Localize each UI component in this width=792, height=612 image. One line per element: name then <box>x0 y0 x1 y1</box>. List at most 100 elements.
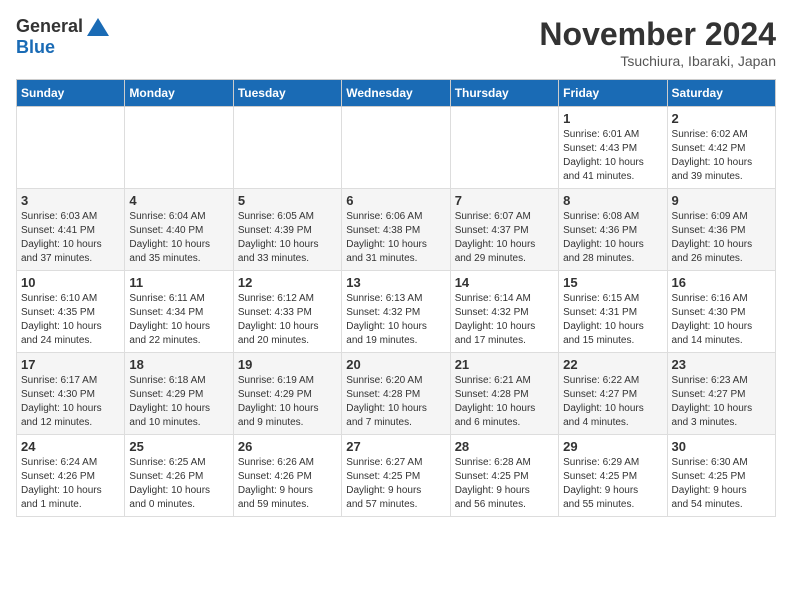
day-number: 23 <box>672 357 771 372</box>
weekday-header-wednesday: Wednesday <box>342 80 450 107</box>
calendar-cell: 2Sunrise: 6:02 AM Sunset: 4:42 PM Daylig… <box>667 107 775 189</box>
calendar-cell <box>233 107 341 189</box>
day-number: 25 <box>129 439 228 454</box>
calendar-cell: 27 Sunrise: 6:27 AM Sunset: 4:25 PM Dayli… <box>342 435 450 517</box>
calendar-cell: 10 Sunrise: 6:10 AM Sunset: 4:35 PM Dayli… <box>17 271 125 353</box>
calendar-cell <box>342 107 450 189</box>
calendar-week-4: 17Sunrise: 6:17 AM Sunset: 4:30 PM Dayli… <box>17 353 776 435</box>
calendar-cell: 4 Sunrise: 6:04 AM Sunset: 4:40 PM Daylig… <box>125 189 233 271</box>
header: General Blue November 2024 Tsuchiura, Ib… <box>16 16 776 69</box>
day-info: Sunrise: 6:05 AM Sunset: 4:39 PM Dayligh… <box>238 210 337 266</box>
day-number: 7 <box>455 193 554 208</box>
day-info: Sunrise: 6:19 AM Sunset: 4:29 PM Dayligh… <box>238 374 337 430</box>
day-number: 26 <box>238 439 337 454</box>
day-info: Sunrise: 6:29 AM Sunset: 4:25 PM Dayligh… <box>563 456 662 512</box>
calendar-cell: 28 Sunrise: 6:28 AM Sunset: 4:25 PM Dayli… <box>450 435 558 517</box>
day-info: Sunrise: 6:26 AM Sunset: 4:26 PM Dayligh… <box>238 456 337 512</box>
day-number: 13 <box>346 275 445 290</box>
weekday-header-monday: Monday <box>125 80 233 107</box>
calendar-cell: 6Sunrise: 6:06 AM Sunset: 4:38 PM Daylig… <box>342 189 450 271</box>
day-info: Sunrise: 6:12 AM Sunset: 4:33 PM Dayligh… <box>238 292 337 348</box>
calendar-cell: 26 Sunrise: 6:26 AM Sunset: 4:26 PM Dayli… <box>233 435 341 517</box>
calendar-cell: 12 Sunrise: 6:12 AM Sunset: 4:33 PM Dayli… <box>233 271 341 353</box>
day-number: 12 <box>238 275 337 290</box>
logo: General Blue <box>16 16 109 58</box>
calendar-cell: 1 Sunrise: 6:01 AM Sunset: 4:43 PM Daylig… <box>559 107 667 189</box>
calendar-cell: 18Sunrise: 6:18 AM Sunset: 4:29 PM Dayli… <box>125 353 233 435</box>
day-info: Sunrise: 6:14 AM Sunset: 4:32 PM Dayligh… <box>455 292 554 348</box>
day-number: 9 <box>672 193 771 208</box>
calendar-cell: 25 Sunrise: 6:25 AM Sunset: 4:26 PM Dayli… <box>125 435 233 517</box>
day-number: 2 <box>672 111 771 126</box>
day-number: 19 <box>238 357 337 372</box>
day-info: Sunrise: 6:10 AM Sunset: 4:35 PM Dayligh… <box>21 292 120 348</box>
calendar-cell: 30Sunrise: 6:30 AM Sunset: 4:25 PM Dayli… <box>667 435 775 517</box>
calendar-cell: 13 Sunrise: 6:13 AM Sunset: 4:32 PM Dayli… <box>342 271 450 353</box>
day-info: Sunrise: 6:03 AM Sunset: 4:41 PM Dayligh… <box>21 210 120 266</box>
calendar-cell: 19 Sunrise: 6:19 AM Sunset: 4:29 PM Dayli… <box>233 353 341 435</box>
day-info: Sunrise: 6:21 AM Sunset: 4:28 PM Dayligh… <box>455 374 554 430</box>
calendar-cell: 7Sunrise: 6:07 AM Sunset: 4:37 PM Daylig… <box>450 189 558 271</box>
day-info: Sunrise: 6:08 AM Sunset: 4:36 PM Dayligh… <box>563 210 662 266</box>
day-info: Sunrise: 6:01 AM Sunset: 4:43 PM Dayligh… <box>563 128 662 184</box>
logo-general: General <box>16 16 83 37</box>
calendar-week-1: 1 Sunrise: 6:01 AM Sunset: 4:43 PM Daylig… <box>17 107 776 189</box>
day-number: 22 <box>563 357 662 372</box>
day-number: 30 <box>672 439 771 454</box>
calendar-week-2: 3 Sunrise: 6:03 AM Sunset: 4:41 PM Daylig… <box>17 189 776 271</box>
day-number: 11 <box>129 275 228 290</box>
calendar-cell: 14 Sunrise: 6:14 AM Sunset: 4:32 PM Dayli… <box>450 271 558 353</box>
day-info: Sunrise: 6:15 AM Sunset: 4:31 PM Dayligh… <box>563 292 662 348</box>
day-number: 10 <box>21 275 120 290</box>
day-number: 16 <box>672 275 771 290</box>
day-number: 20 <box>346 357 445 372</box>
day-info: Sunrise: 6:23 AM Sunset: 4:27 PM Dayligh… <box>672 374 771 430</box>
day-info: Sunrise: 6:24 AM Sunset: 4:26 PM Dayligh… <box>21 456 120 512</box>
day-number: 8 <box>563 193 662 208</box>
calendar-cell: 24Sunrise: 6:24 AM Sunset: 4:26 PM Dayli… <box>17 435 125 517</box>
month-title: November 2024 <box>539 16 776 53</box>
calendar-cell: 5Sunrise: 6:05 AM Sunset: 4:39 PM Daylig… <box>233 189 341 271</box>
location: Tsuchiura, Ibaraki, Japan <box>539 53 776 69</box>
calendar-week-3: 10 Sunrise: 6:10 AM Sunset: 4:35 PM Dayli… <box>17 271 776 353</box>
calendar: SundayMondayTuesdayWednesdayThursdayFrid… <box>16 79 776 517</box>
calendar-cell: 21 Sunrise: 6:21 AM Sunset: 4:28 PM Dayli… <box>450 353 558 435</box>
day-info: Sunrise: 6:04 AM Sunset: 4:40 PM Dayligh… <box>129 210 228 266</box>
weekday-header-thursday: Thursday <box>450 80 558 107</box>
day-number: 4 <box>129 193 228 208</box>
calendar-cell: 15Sunrise: 6:15 AM Sunset: 4:31 PM Dayli… <box>559 271 667 353</box>
day-info: Sunrise: 6:28 AM Sunset: 4:25 PM Dayligh… <box>455 456 554 512</box>
weekday-header-friday: Friday <box>559 80 667 107</box>
logo-blue: Blue <box>16 37 55 57</box>
calendar-week-5: 24Sunrise: 6:24 AM Sunset: 4:26 PM Dayli… <box>17 435 776 517</box>
day-info: Sunrise: 6:27 AM Sunset: 4:25 PM Dayligh… <box>346 456 445 512</box>
calendar-cell <box>17 107 125 189</box>
calendar-cell: 11 Sunrise: 6:11 AM Sunset: 4:34 PM Dayli… <box>125 271 233 353</box>
day-info: Sunrise: 6:25 AM Sunset: 4:26 PM Dayligh… <box>129 456 228 512</box>
day-info: Sunrise: 6:22 AM Sunset: 4:27 PM Dayligh… <box>563 374 662 430</box>
day-number: 3 <box>21 193 120 208</box>
calendar-cell: 8 Sunrise: 6:08 AM Sunset: 4:36 PM Daylig… <box>559 189 667 271</box>
calendar-cell: 29 Sunrise: 6:29 AM Sunset: 4:25 PM Dayli… <box>559 435 667 517</box>
weekday-header-saturday: Saturday <box>667 80 775 107</box>
calendar-cell <box>450 107 558 189</box>
day-info: Sunrise: 6:20 AM Sunset: 4:28 PM Dayligh… <box>346 374 445 430</box>
day-number: 21 <box>455 357 554 372</box>
calendar-cell <box>125 107 233 189</box>
calendar-cell: 20 Sunrise: 6:20 AM Sunset: 4:28 PM Dayli… <box>342 353 450 435</box>
day-number: 14 <box>455 275 554 290</box>
day-number: 1 <box>563 111 662 126</box>
calendar-cell: 23 Sunrise: 6:23 AM Sunset: 4:27 PM Dayli… <box>667 353 775 435</box>
day-number: 18 <box>129 357 228 372</box>
day-number: 27 <box>346 439 445 454</box>
day-number: 29 <box>563 439 662 454</box>
calendar-cell: 17Sunrise: 6:17 AM Sunset: 4:30 PM Dayli… <box>17 353 125 435</box>
day-info: Sunrise: 6:13 AM Sunset: 4:32 PM Dayligh… <box>346 292 445 348</box>
calendar-cell: 3 Sunrise: 6:03 AM Sunset: 4:41 PM Daylig… <box>17 189 125 271</box>
day-info: Sunrise: 6:06 AM Sunset: 4:38 PM Dayligh… <box>346 210 445 266</box>
day-info: Sunrise: 6:11 AM Sunset: 4:34 PM Dayligh… <box>129 292 228 348</box>
weekday-header-tuesday: Tuesday <box>233 80 341 107</box>
day-number: 28 <box>455 439 554 454</box>
calendar-cell: 16Sunrise: 6:16 AM Sunset: 4:30 PM Dayli… <box>667 271 775 353</box>
title-area: November 2024 Tsuchiura, Ibaraki, Japan <box>539 16 776 69</box>
